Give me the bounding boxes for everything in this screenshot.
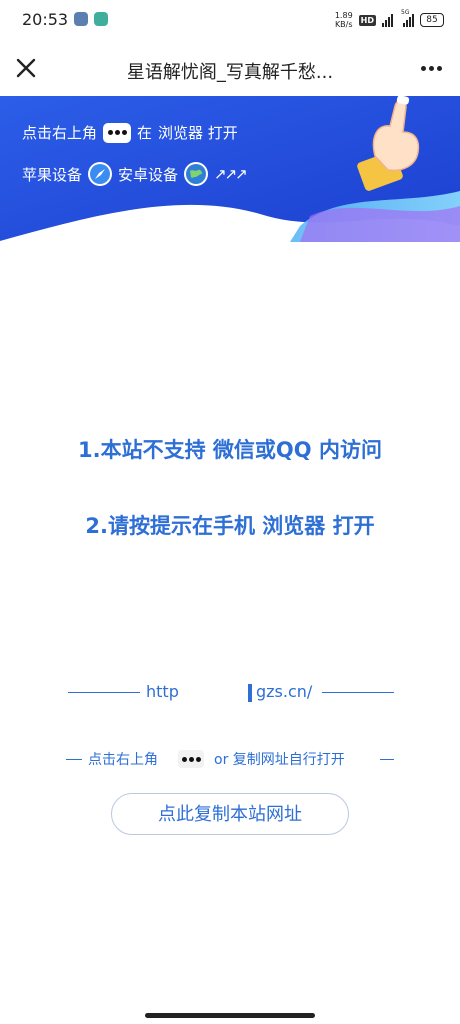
hint-row: 点击右上角 or 复制网址自行打开 <box>0 748 460 770</box>
notice-open-in-browser: 2.请按提示在手机 浏览器 打开 <box>85 514 375 538</box>
banner-device-row: 苹果设备 安卓设备 ↗↗↗ <box>22 162 248 186</box>
banner-text: 浏览器 打开 <box>158 124 238 142</box>
banner-text: 点击右上角 <box>22 124 98 142</box>
net-speed-unit: KB/s <box>334 20 353 29</box>
arrows-icon: ↗↗↗ <box>214 165 248 183</box>
divider <box>68 692 140 693</box>
signal-icon <box>382 13 393 27</box>
banner-instruction-row: 点击右上角 在 浏览器 打开 <box>22 122 238 143</box>
pointing-hand-icon <box>357 96 420 191</box>
app-notification-icon <box>74 12 88 26</box>
android-device-label: 安卓设备 <box>118 165 179 184</box>
site-url-part: gzs.cn/ <box>256 682 313 701</box>
more-options-icon <box>103 122 132 143</box>
divider <box>380 759 394 760</box>
hd-badge: HD <box>358 14 376 26</box>
site-url-part: http <box>146 682 179 701</box>
status-bar: 20:53 1.89 KB/s HD 5G 85 <box>0 0 460 40</box>
divider <box>322 692 394 693</box>
net-speed: 1.89 KB/s <box>335 11 353 29</box>
instruction-banner: 点击右上角 在 浏览器 打开 苹果设备 安卓设备 ↗↗↗ <box>0 96 460 242</box>
net-speed-value: 1.89 <box>334 11 353 20</box>
battery-icon: 85 <box>420 13 444 27</box>
close-icon[interactable] <box>14 56 38 80</box>
hint-text: 点击右上角 <box>88 752 158 768</box>
nav-bar: 星语解忧阁_写真解千愁... <box>0 44 460 94</box>
browser-globe-icon <box>184 162 209 186</box>
copy-url-button[interactable]: 点此复制本站网址 <box>111 793 349 835</box>
home-indicator[interactable] <box>145 1013 315 1018</box>
site-url-row: http gzs.cn/ <box>0 680 460 704</box>
more-options-icon <box>178 750 204 768</box>
app-notification-icon <box>94 12 108 26</box>
status-indicators: 1.89 KB/s HD 5G 85 <box>335 8 444 32</box>
banner-text: 在 <box>137 124 153 142</box>
safari-compass-icon <box>88 162 113 186</box>
apple-device-label: 苹果设备 <box>22 165 83 184</box>
hint-text: or 复制网址自行打开 <box>214 752 345 768</box>
divider <box>66 759 82 760</box>
more-options-icon[interactable] <box>416 56 446 80</box>
status-time: 20:53 <box>22 10 69 29</box>
signal-tag: 5G <box>401 9 410 16</box>
page-title: 星语解忧阁_写真解千愁... <box>126 62 334 83</box>
notice-not-supported: 1.本站不支持 微信或QQ 内访问 <box>78 438 382 462</box>
signal-icon: 5G <box>401 9 414 27</box>
text-cursor <box>248 684 252 702</box>
